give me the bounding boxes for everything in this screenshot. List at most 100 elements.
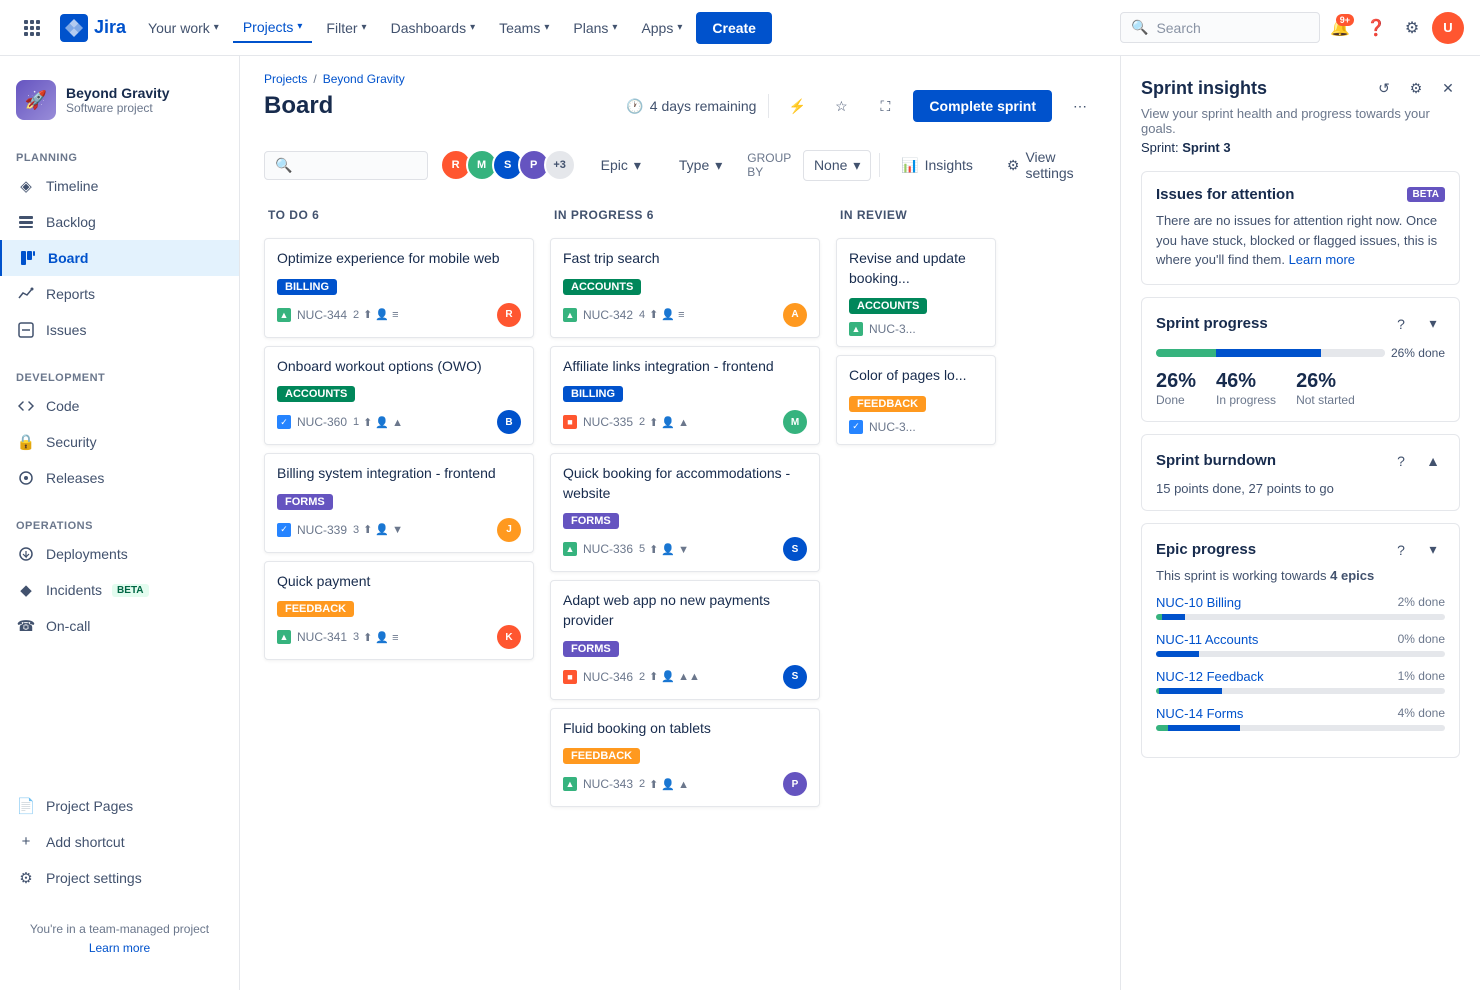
card-nuc-343[interactable]: Fluid booking on tablets FEEDBACK ▲ NUC-…: [550, 708, 820, 808]
issue-icon: ✓: [277, 415, 291, 429]
sprint-label: Sprint: Sprint 3: [1141, 140, 1460, 155]
close-icon[interactable]: ✕: [1436, 76, 1460, 100]
project-type: Software project: [66, 101, 223, 115]
card-nuc-336[interactable]: Quick booking for accommodations - websi…: [550, 453, 820, 572]
grid-menu-button[interactable]: [16, 12, 48, 44]
project-settings-icon: ⚙: [16, 868, 36, 888]
star-button[interactable]: ☆: [825, 90, 857, 122]
nav-teams[interactable]: Teams ▾: [489, 14, 559, 42]
sidebar-item-project-settings[interactable]: ⚙ Project settings: [0, 860, 239, 896]
help-button[interactable]: ❓: [1360, 12, 1392, 44]
sidebar-item-timeline[interactable]: ◈ Timeline: [0, 168, 239, 204]
sidebar-item-code[interactable]: Code: [0, 388, 239, 424]
sidebar-item-oncall[interactable]: ☎ On-call: [0, 608, 239, 644]
epic-feedback-link[interactable]: NUC-12 Feedback: [1156, 669, 1264, 684]
group-by-dropdown[interactable]: None ▾: [803, 150, 872, 181]
board-search[interactable]: 🔍: [264, 151, 428, 180]
sprint-burndown-card: Sprint burndown ? ▲ 15 points done, 27 p…: [1141, 434, 1460, 511]
learn-more-link[interactable]: Learn more: [1289, 252, 1355, 267]
clock-icon: 🕐: [626, 98, 643, 115]
page-header: Projects / Beyond Gravity Board 🕐 4 days…: [240, 56, 1120, 130]
card-tag: FORMS: [563, 641, 619, 657]
chevron-up-icon[interactable]: ▲: [1421, 449, 1445, 473]
not-started-value: 26%: [1296, 370, 1355, 393]
notifications-button[interactable]: 🔔 9+: [1324, 12, 1356, 44]
card-nuc-342[interactable]: Fast trip search ACCOUNTS ▲ NUC-342 4 ⬆ …: [550, 238, 820, 338]
nav-your-work[interactable]: Your work ▾: [138, 14, 229, 42]
sidebar-item-project-pages[interactable]: 📄 Project Pages: [0, 788, 239, 824]
logo[interactable]: Jira: [60, 14, 126, 42]
insights-description: View your sprint health and progress tow…: [1141, 106, 1460, 136]
sidebar-item-issues[interactable]: Issues: [0, 312, 239, 348]
card-nuc-335[interactable]: Affiliate links integration - frontend B…: [550, 346, 820, 446]
settings-button[interactable]: ⚙: [1396, 12, 1428, 44]
complete-sprint-button[interactable]: Complete sprint: [913, 90, 1052, 122]
epic-accounts-link[interactable]: NUC-11 Accounts: [1156, 632, 1258, 647]
done-label: Done: [1156, 393, 1196, 407]
sidebar-item-backlog[interactable]: Backlog: [0, 204, 239, 240]
issue-icon: ▲: [849, 322, 863, 336]
create-button[interactable]: Create: [696, 12, 772, 44]
sidebar-item-releases[interactable]: Releases: [0, 460, 239, 496]
card-meta: 2 ⬆ 👤 ▲: [639, 778, 689, 791]
insights-settings-icon[interactable]: ⚙: [1404, 76, 1428, 100]
type-filter-button[interactable]: Type ▾: [666, 150, 735, 181]
sidebar-item-board[interactable]: Board: [0, 240, 239, 276]
insights-button[interactable]: 📊 Insights: [888, 150, 986, 181]
card-nuc-3x[interactable]: Revise and update booking... ACCOUNTS ▲ …: [836, 238, 996, 347]
help-icon[interactable]: ?: [1389, 312, 1413, 336]
nav-dashboards[interactable]: Dashboards ▾: [381, 14, 486, 42]
view-settings-button[interactable]: ⚙ View settings: [994, 142, 1096, 188]
learn-more-link[interactable]: Learn more: [89, 941, 150, 955]
card-id: NUC-3...: [869, 420, 916, 434]
lightning-button[interactable]: ⚡: [781, 90, 813, 122]
breadcrumb-projects[interactable]: Projects: [264, 72, 307, 86]
nav-plans[interactable]: Plans ▾: [563, 14, 627, 42]
chevron-up-icon[interactable]: ▾: [1421, 312, 1445, 336]
card-nuc-339[interactable]: Billing system integration - frontend FO…: [264, 453, 534, 553]
burndown-info: 15 points done, 27 points to go: [1156, 481, 1445, 496]
card-nuc-3y[interactable]: Color of pages lo... FEEDBACK ✓ NUC-3...: [836, 355, 996, 445]
card-tag: BILLING: [563, 386, 623, 402]
chevron-down-icon[interactable]: ▾: [1421, 538, 1445, 562]
project-name: Beyond Gravity: [66, 85, 223, 101]
sidebar-item-security[interactable]: 🔒 Security: [0, 424, 239, 460]
epic-forms-link[interactable]: NUC-14 Forms: [1156, 706, 1243, 721]
grid-icon: [24, 20, 40, 36]
card-tag: ACCOUNTS: [277, 386, 355, 402]
breadcrumb-project[interactable]: Beyond Gravity: [323, 72, 405, 86]
user-avatar[interactable]: U: [1432, 12, 1464, 44]
card-nuc-360[interactable]: Onboard workout options (OWO) ACCOUNTS ✓…: [264, 346, 534, 446]
done-value: 26%: [1156, 370, 1196, 393]
nav-filter[interactable]: Filter ▾: [316, 14, 376, 42]
card-title: Optimize experience for mobile web: [277, 249, 521, 269]
nav-projects[interactable]: Projects ▾: [233, 13, 313, 43]
more-options-button[interactable]: ⋯: [1064, 90, 1096, 122]
chevron-down-icon: ▾: [362, 22, 367, 33]
refresh-icon[interactable]: ↺: [1372, 76, 1396, 100]
card-nuc-341[interactable]: Quick payment FEEDBACK ▲ NUC-341 3 ⬆ 👤 ≡…: [264, 561, 534, 661]
sidebar-item-add-shortcut[interactable]: + Add shortcut: [0, 824, 239, 860]
help-icon[interactable]: ?: [1389, 538, 1413, 562]
card-avatar: S: [783, 537, 807, 561]
search-box[interactable]: 🔍 Search: [1120, 12, 1320, 43]
in-progress-segment: [1216, 349, 1321, 357]
sidebar-footer: You're in a team-managed project Learn m…: [0, 904, 239, 974]
sidebar-item-incidents[interactable]: ◆ Incidents BETA: [0, 572, 239, 608]
card-nuc-344[interactable]: Optimize experience for mobile web BILLI…: [264, 238, 534, 338]
epic-accounts: NUC-11 Accounts 0% done: [1156, 632, 1445, 657]
epic-billing-link[interactable]: NUC-10 Billing: [1156, 595, 1241, 610]
issue-icon: ✓: [849, 420, 863, 434]
epic-progress-card: Epic progress ? ▾ This sprint is working…: [1141, 523, 1460, 758]
nav-apps[interactable]: Apps ▾: [631, 14, 692, 42]
fullscreen-button[interactable]: ⛶: [869, 90, 901, 122]
sidebar-item-reports[interactable]: Reports: [0, 276, 239, 312]
card-nuc-346[interactable]: Adapt web app no new payments provider F…: [550, 580, 820, 699]
operations-title: OPERATIONS: [0, 512, 239, 536]
avatar-count[interactable]: +3: [544, 149, 576, 181]
card-title: Onboard workout options (OWO): [277, 357, 521, 377]
epic-filter-button[interactable]: Epic ▾: [588, 150, 654, 181]
issue-icon: ▲: [277, 308, 291, 322]
sidebar-item-deployments[interactable]: Deployments: [0, 536, 239, 572]
help-icon[interactable]: ?: [1389, 449, 1413, 473]
